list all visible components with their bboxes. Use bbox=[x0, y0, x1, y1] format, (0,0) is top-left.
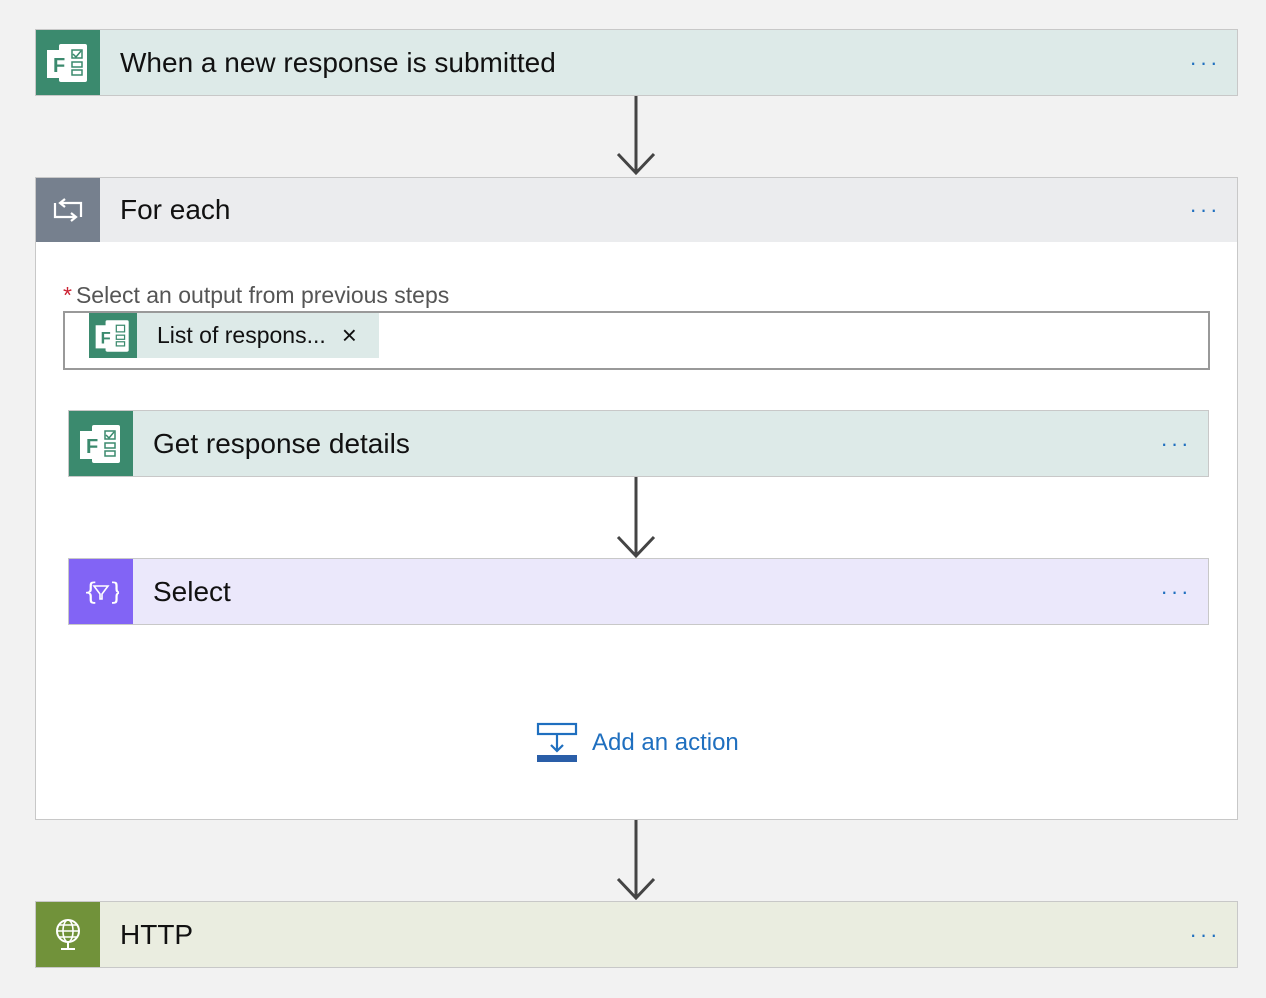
select-more-button[interactable]: ··· bbox=[1144, 559, 1208, 624]
data-operation-icon: { } bbox=[69, 559, 133, 624]
get-response-more-button[interactable]: ··· bbox=[1144, 411, 1208, 476]
forms-icon: F bbox=[69, 411, 133, 476]
connector-arrow bbox=[616, 96, 656, 176]
connector-arrow bbox=[616, 477, 656, 559]
trigger-more-button[interactable]: ··· bbox=[1173, 30, 1237, 95]
svg-text:F: F bbox=[53, 55, 65, 77]
select-step-title: Select bbox=[153, 575, 231, 607]
add-action-icon bbox=[536, 722, 578, 762]
connector-arrow bbox=[616, 820, 656, 900]
http-step-card[interactable]: HTTP ··· bbox=[35, 901, 1238, 968]
svg-text:F: F bbox=[86, 436, 98, 458]
trigger-step-title: When a new response is submitted bbox=[120, 46, 556, 78]
http-more-button[interactable]: ··· bbox=[1173, 902, 1237, 967]
svg-text:F: F bbox=[101, 328, 111, 347]
foreach-more-button[interactable]: ··· bbox=[1173, 178, 1237, 242]
trigger-step-card[interactable]: F When a new response is submitted ··· bbox=[35, 29, 1238, 96]
required-mark: * bbox=[63, 282, 72, 308]
forms-icon: F bbox=[89, 313, 137, 358]
add-action-button[interactable]: Add an action bbox=[536, 722, 739, 764]
globe-icon bbox=[36, 902, 100, 967]
get-response-title: Get response details bbox=[153, 427, 410, 459]
forms-icon: F bbox=[36, 30, 100, 95]
foreach-container: For each ··· * Select an output from prev… bbox=[35, 177, 1238, 820]
svg-text:{: { bbox=[83, 578, 98, 606]
foreach-header[interactable]: For each ··· bbox=[36, 178, 1237, 242]
select-step-card[interactable]: { } Select ··· bbox=[68, 558, 1209, 625]
foreach-title: For each bbox=[120, 194, 231, 225]
field-label: * Select an output from previous steps bbox=[63, 282, 449, 309]
dynamic-content-token[interactable]: F List of respons... × bbox=[89, 313, 379, 358]
field-label-text: Select an output from previous steps bbox=[75, 282, 450, 308]
token-remove-icon[interactable]: × bbox=[342, 320, 379, 351]
get-response-step-card[interactable]: F Get response details ··· bbox=[68, 410, 1209, 477]
http-step-title: HTTP bbox=[120, 918, 194, 950]
token-label: List of respons... bbox=[157, 322, 326, 348]
loop-icon bbox=[36, 178, 100, 242]
svg-text:}: } bbox=[109, 578, 119, 606]
add-action-label: Add an action bbox=[592, 729, 739, 756]
output-select-field[interactable]: F List of respons... × bbox=[63, 311, 1210, 370]
